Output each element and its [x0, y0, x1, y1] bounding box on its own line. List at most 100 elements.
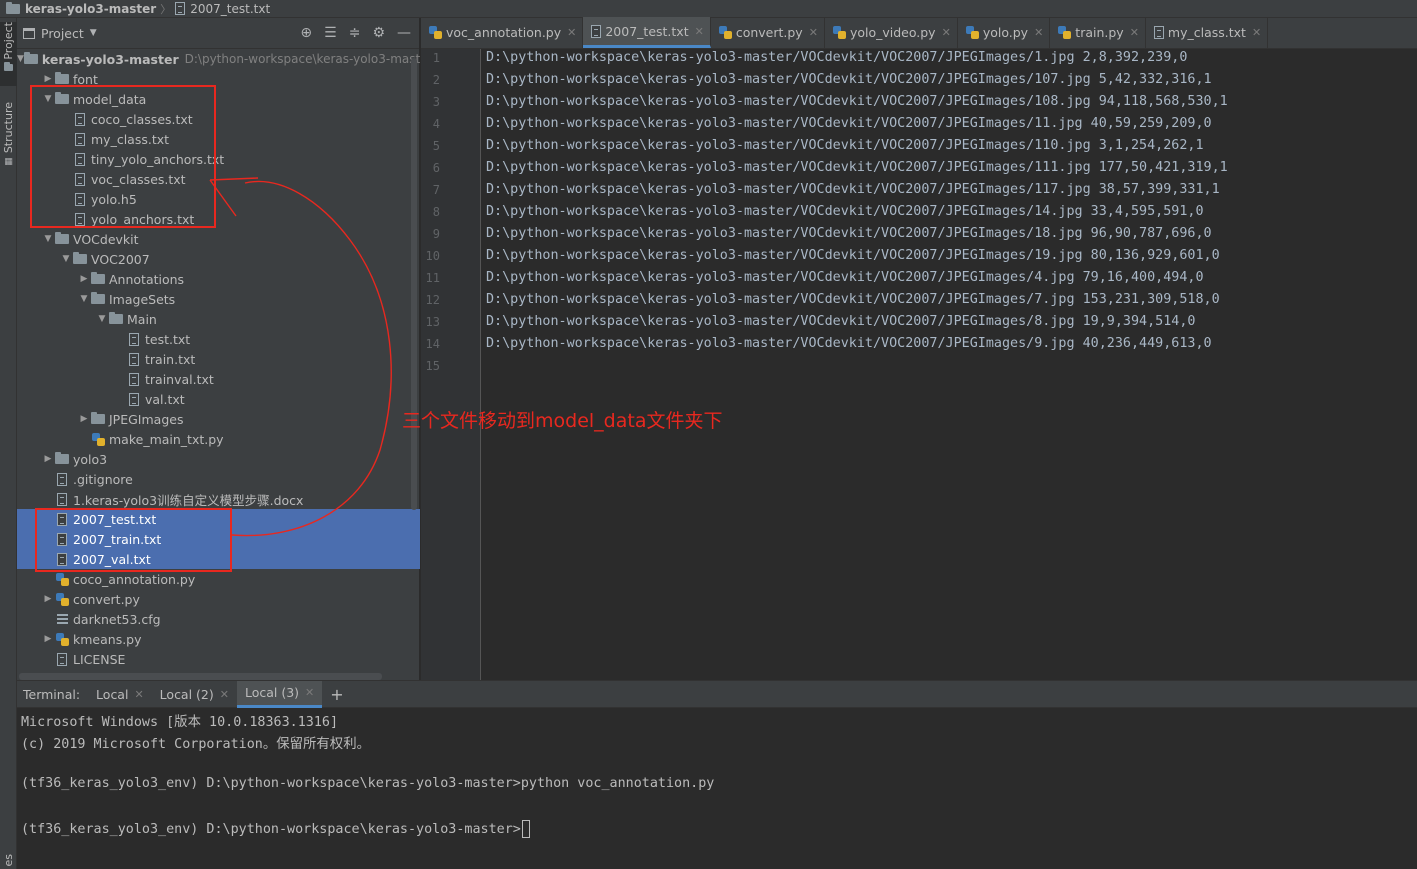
editor-tab-label: 2007_test.txt	[605, 23, 689, 39]
tree-item[interactable]: tiny_yolo_anchors.txt	[17, 149, 420, 169]
tree-item[interactable]: make_main_txt.py	[17, 429, 420, 449]
chevron-right-icon[interactable]: ▶	[41, 594, 55, 604]
line-number: 12	[425, 293, 440, 307]
chevron-right-icon[interactable]: ▶	[77, 274, 91, 284]
close-icon[interactable]: ✕	[134, 688, 143, 701]
tree-item[interactable]: ▼ model_data	[17, 89, 420, 109]
close-icon[interactable]: ✕	[695, 25, 704, 38]
chevron-down-icon[interactable]: ▼	[90, 28, 97, 38]
breadcrumb-project[interactable]: keras-yolo3-master	[0, 1, 156, 16]
editor-tab[interactable]: 2007_test.txt ✕	[583, 17, 711, 48]
chevron-down-icon[interactable]: ▼	[77, 294, 91, 304]
text-file-icon	[55, 492, 69, 506]
gear-icon[interactable]: ⚙	[372, 25, 385, 41]
tree-item-label: coco_annotation.py	[73, 571, 196, 587]
tree-item[interactable]: ▶ yolo3	[17, 449, 420, 469]
tree-item[interactable]: ▼ keras-yolo3-master D:\python-workspace\k…	[17, 49, 420, 69]
text-file-icon	[55, 532, 69, 546]
tree-item[interactable]: ▶ font	[17, 69, 420, 89]
chevron-down-icon[interactable]: ▼	[17, 54, 24, 64]
terminal-line: Microsoft Windows [版本 10.0.18363.1316]	[21, 710, 338, 730]
tree-item[interactable]: train.txt	[17, 349, 420, 369]
line-number: 3	[432, 95, 440, 109]
close-icon[interactable]: ✕	[1034, 26, 1043, 39]
favorites-tool-button[interactable]: es	[0, 854, 17, 869]
tree-item[interactable]: ▶ JPEGImages	[17, 409, 420, 429]
terminal-tab[interactable]: Local ✕	[88, 681, 152, 708]
chevron-down-icon[interactable]: ▼	[95, 314, 109, 324]
locate-icon[interactable]: ⊕	[300, 25, 312, 41]
chevron-down-icon[interactable]: ▼	[41, 234, 55, 244]
project-tree: ▼ keras-yolo3-master D:\python-workspace\k…	[17, 49, 420, 669]
terminal-tab[interactable]: Local (3) ✕	[236, 680, 323, 708]
tree-item[interactable]: my_class.txt	[17, 129, 420, 149]
tree-item[interactable]: LICENSE	[17, 649, 420, 669]
tree-item-label: model_data	[73, 91, 147, 107]
python-file-icon	[55, 572, 69, 586]
chevron-down-icon[interactable]: ▼	[59, 254, 73, 264]
editor-tab-label: yolo.py	[982, 25, 1029, 40]
expand-all-icon[interactable]: ≑	[349, 25, 361, 41]
chevron-right-icon[interactable]: ▶	[77, 414, 91, 424]
editor-tab[interactable]: yolo_video.py ✕	[825, 17, 958, 48]
code-line: D:\python-workspace\keras-yolo3-master/V…	[486, 226, 1212, 241]
close-icon[interactable]: ✕	[220, 688, 229, 701]
tree-item[interactable]: yolo.h5	[17, 189, 420, 209]
chevron-right-icon[interactable]: ▶	[41, 634, 55, 644]
tree-item[interactable]: ▼ Main	[17, 309, 420, 329]
breadcrumb-file[interactable]: 2007_test.txt	[175, 2, 270, 16]
editor-tab[interactable]: voc_annotation.py ✕	[421, 17, 584, 48]
tree-item[interactable]: voc_classes.txt	[17, 169, 420, 189]
tree-item[interactable]: coco_classes.txt	[17, 109, 420, 129]
editor-tab[interactable]: convert.py ✕	[711, 17, 825, 48]
tree-item[interactable]: val.txt	[17, 389, 420, 409]
code-line: D:\python-workspace\keras-yolo3-master/V…	[486, 248, 1220, 263]
horizontal-scrollbar[interactable]	[19, 673, 382, 680]
editor-tab[interactable]: train.py ✕	[1050, 17, 1146, 48]
chevron-right-icon[interactable]: ▶	[41, 74, 55, 84]
chevron-right-icon[interactable]: ▶	[41, 454, 55, 464]
tree-item[interactable]: 2007_train.txt	[17, 529, 420, 549]
editor-tab[interactable]: my_class.txt ✕	[1146, 17, 1269, 48]
close-icon[interactable]: ✕	[809, 26, 818, 39]
tree-item[interactable]: darknet53.cfg	[17, 609, 420, 629]
new-terminal-button[interactable]: +	[322, 681, 351, 708]
tree-item[interactable]: ▼ ImageSets	[17, 289, 420, 309]
tree-item[interactable]: ▼ VOC2007	[17, 249, 420, 269]
editor-tab[interactable]: yolo.py ✕	[958, 17, 1051, 48]
tree-item[interactable]: ▶ kmeans.py	[17, 629, 420, 649]
project-view-selector[interactable]: Project	[41, 26, 84, 41]
folder-icon	[109, 312, 123, 326]
tree-item[interactable]: ▼ VOCdevkit	[17, 229, 420, 249]
tree-item[interactable]: 2007_val.txt	[17, 549, 420, 569]
collapse-all-icon[interactable]: ☰	[324, 25, 337, 41]
tree-item[interactable]: yolo_anchors.txt	[17, 209, 420, 229]
tree-item[interactable]: test.txt	[17, 329, 420, 349]
vertical-scrollbar[interactable]	[411, 58, 417, 510]
tree-item[interactable]: coco_annotation.py	[17, 569, 420, 589]
tree-item[interactable]: ▶ convert.py	[17, 589, 420, 609]
line-number: 10	[425, 249, 440, 263]
file-icon	[175, 2, 186, 15]
terminal-output[interactable]: Microsoft Windows [版本 10.0.18363.1316] (c…	[17, 708, 1417, 869]
close-icon[interactable]: ✕	[942, 26, 951, 39]
close-icon[interactable]: ✕	[567, 26, 576, 39]
text-file-icon	[1153, 26, 1164, 39]
minimize-icon[interactable]: —	[397, 25, 411, 41]
close-icon[interactable]: ✕	[305, 686, 314, 699]
tree-item[interactable]: ▶ Annotations	[17, 269, 420, 289]
project-tool-button[interactable]: Project	[0, 22, 17, 86]
close-icon[interactable]: ✕	[1130, 26, 1139, 39]
code-editor[interactable]: D:\python-workspace\keras-yolo3-master/V…	[486, 49, 1417, 680]
terminal-tab[interactable]: Local (2) ✕	[152, 681, 237, 708]
close-icon[interactable]: ✕	[1252, 26, 1261, 39]
structure-tool-button[interactable]: Structure ▦	[0, 102, 17, 174]
tree-item[interactable]: trainval.txt	[17, 369, 420, 389]
tree-item[interactable]: 2007_test.txt	[17, 509, 420, 529]
tree-item[interactable]: 1.keras-yolo3训练自定义模型步骤.docx	[17, 489, 420, 509]
tree-item-label: Main	[127, 311, 157, 327]
terminal-cursor	[521, 820, 530, 838]
tree-item[interactable]: .gitignore	[17, 469, 420, 489]
code-line: D:\python-workspace\keras-yolo3-master/V…	[486, 94, 1228, 109]
chevron-down-icon[interactable]: ▼	[41, 94, 55, 104]
